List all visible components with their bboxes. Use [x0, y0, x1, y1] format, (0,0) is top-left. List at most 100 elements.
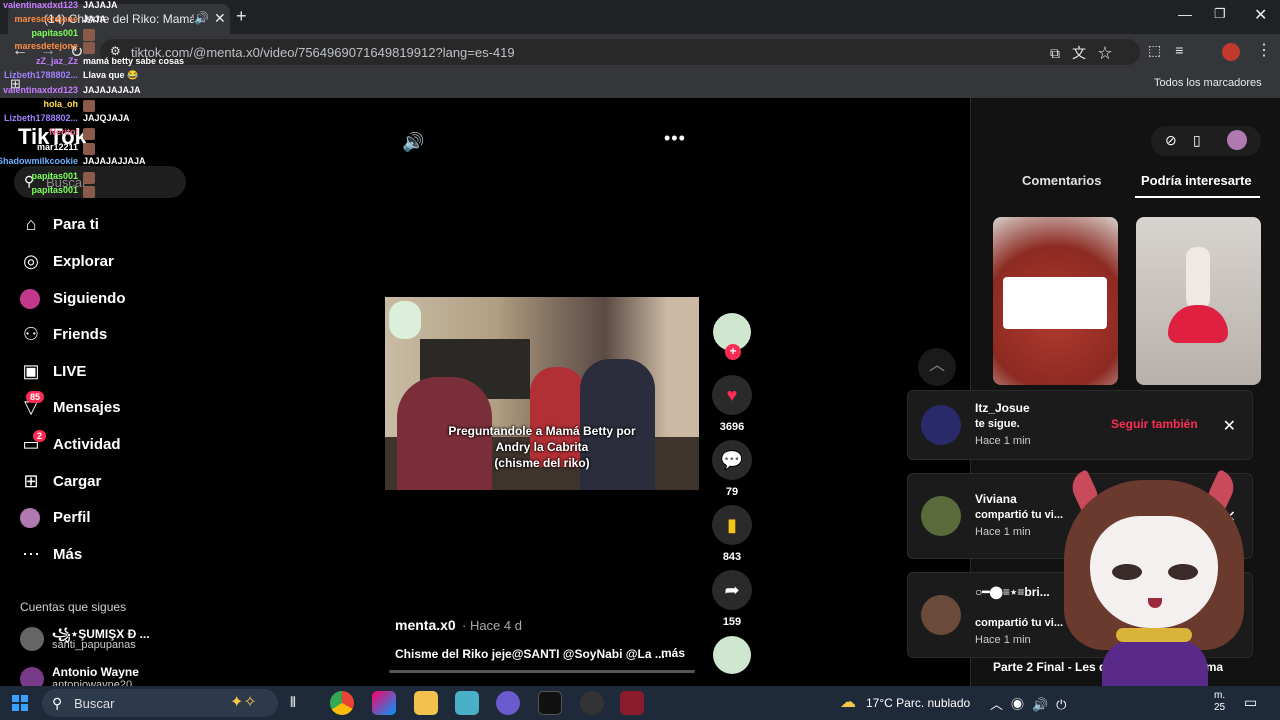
vtuber-eye	[1168, 564, 1198, 580]
discord-taskbar-icon[interactable]	[496, 691, 520, 715]
nav-for-you[interactable]: ⌂ Para ti	[20, 210, 190, 240]
chat-text: Llava que 😂	[83, 70, 139, 80]
chat-username: Lizbeth1788802...	[3, 70, 78, 80]
video-progress-bar[interactable]	[389, 670, 695, 673]
follow-plus-icon[interactable]: +	[725, 344, 741, 360]
notification-toast[interactable]: Itz_Josue te sigue. Hace 1 min Seguir ta…	[907, 390, 1253, 460]
nav-friends[interactable]: ⚇ Friends	[20, 320, 190, 350]
address-bar[interactable]: ⚙ tiktok.com/@menta.x0/video/75649690716…	[100, 39, 1140, 65]
nav-label: Friends	[53, 326, 108, 343]
nav-following[interactable]: Siguiendo	[20, 284, 190, 314]
window-minimize-button[interactable]: —	[1178, 6, 1192, 22]
caption-line: Preguntandole a Mamá Betty por	[448, 424, 636, 438]
file-explorer-icon[interactable]	[414, 691, 438, 715]
thumbnail-card	[1003, 277, 1107, 329]
heart-icon: ♥	[726, 384, 738, 405]
compass-icon[interactable]: ⊘	[1165, 132, 1177, 149]
taskbar-search-input[interactable]: ⚲ Buscar ✦✧	[42, 689, 278, 717]
chat-emote-icon	[83, 29, 95, 41]
nav-live[interactable]: ▣ LIVE	[20, 357, 190, 387]
account-handle: santi_papupanas	[52, 639, 136, 651]
video-caption: Preguntandole a Mamá Betty por Andry la …	[385, 423, 699, 471]
video-player[interactable]: Preguntandole a Mamá Betty por Andry la …	[385, 297, 699, 490]
nav-label: Explorar	[53, 253, 114, 270]
app-taskbar-icon[interactable]	[455, 691, 479, 715]
extensions-icon[interactable]: ⬚≡	[1148, 42, 1197, 59]
new-tab-button[interactable]: +	[236, 6, 247, 27]
obs-taskbar-icon[interactable]	[580, 691, 604, 715]
omnibox-actions-icons[interactable]: ⧉文☆	[1050, 43, 1124, 63]
browser-menu-icon[interactable]: ⋮	[1256, 40, 1272, 60]
chat-message: papitas001	[0, 28, 160, 42]
caption-line: Andry la Cabrita	[495, 440, 589, 454]
comment-button[interactable]: 💬	[712, 440, 752, 480]
volume-icon[interactable]: 🔊	[402, 132, 424, 153]
following-account[interactable]: ꧁⋆ŞUMIŞX Đ ... santi_papupanas	[20, 625, 190, 659]
tab-close-icon[interactable]: ✕	[214, 10, 226, 27]
share-button[interactable]: ➦	[712, 570, 752, 610]
notification-name: ○━⬤≡⋆≡bri...	[975, 585, 1050, 599]
copilot-taskbar-icon[interactable]	[372, 691, 396, 715]
sticker-icon	[389, 301, 421, 339]
follow-back-button[interactable]: Seguir también	[1111, 417, 1198, 431]
chat-emote-icon	[83, 42, 95, 54]
nav-messages[interactable]: ▽ 85 Mensajes	[20, 391, 190, 423]
music-disc-icon[interactable]	[713, 636, 751, 674]
sparkle-icon: ✦✧	[230, 694, 257, 711]
window-close-button[interactable]: ✕	[1254, 5, 1267, 25]
suggested-video-thumbnail[interactable]	[1136, 217, 1261, 385]
account-name: Antonio Wayne	[52, 665, 139, 679]
chat-username: valentinaxdxd123	[2, 85, 78, 95]
nav-profile[interactable]: Perfil	[20, 503, 190, 533]
following-accounts-title: Cuentas que sigues	[20, 600, 127, 614]
tab-comments[interactable]: Comentarios	[1022, 173, 1101, 188]
weather-text[interactable]: 17°C Parc. nublado	[866, 696, 970, 710]
vtuber-avatar	[1050, 468, 1260, 720]
nav-label: Más	[53, 546, 83, 563]
taskbar-search-placeholder: Buscar	[74, 696, 115, 711]
author-username[interactable]: menta.x0	[395, 617, 456, 633]
tab-audio-icon[interactable]: 🔊	[194, 11, 209, 25]
clock-line: 25	[1214, 702, 1226, 713]
profile-avatar-icon[interactable]	[1227, 130, 1247, 150]
profile-avatar-icon[interactable]	[1222, 43, 1240, 61]
chat-message: zZ_jaz_Zz mamá betty sabe cosas	[0, 56, 184, 70]
taskbar-clock[interactable]: m. 25	[1214, 690, 1225, 714]
url-text[interactable]: tiktok.com/@menta.x0/video/7564969071649…	[131, 45, 515, 60]
activity-badge: 2	[33, 430, 47, 442]
avatar	[20, 627, 44, 651]
chat-emote-icon	[83, 143, 95, 155]
phone-icon[interactable]: ▯	[1193, 132, 1201, 149]
messages-badge: 85	[26, 391, 45, 403]
window-maximize-button[interactable]: ❐	[1214, 6, 1226, 22]
nav-more[interactable]: ⋯ Más	[20, 540, 190, 570]
windows-start-icon[interactable]	[12, 695, 28, 711]
nav-label: Actividad	[53, 436, 121, 453]
app-taskbar-icon[interactable]	[538, 691, 562, 715]
search-icon: ⚲	[52, 695, 63, 711]
panel-top-icons: ⊘ ▯	[1151, 126, 1261, 156]
chrome-taskbar-icon[interactable]	[330, 691, 354, 715]
browser-toolbar: ← → ↻ ⚙ tiktok.com/@menta.x0/video/75649…	[0, 34, 1280, 70]
save-button[interactable]: ▮	[712, 505, 752, 545]
all-bookmarks-link[interactable]: Todos los marcadores	[1154, 77, 1262, 89]
weather-icon[interactable]: ☁	[840, 692, 856, 712]
description-more-link[interactable]: más	[661, 646, 685, 660]
task-view-icon[interactable]: ⫴	[290, 694, 314, 718]
more-options-icon[interactable]: •••	[664, 128, 686, 149]
notification-name: Itz_Josue	[975, 401, 1030, 415]
close-icon[interactable]: ✕	[1223, 416, 1236, 436]
system-tray-icons[interactable]: ︿◉🔊⏻	[990, 694, 1074, 713]
nav-explore[interactable]: ◎ Explorar	[20, 247, 190, 277]
scroll-up-button[interactable]: ︿	[918, 348, 956, 386]
suggested-video-thumbnail[interactable]	[993, 217, 1118, 385]
nav-activity[interactable]: ▭ 2 Actividad	[20, 430, 190, 460]
nav-upload[interactable]: ⊞ Cargar	[20, 467, 190, 497]
notification-center-icon[interactable]: ▭	[1244, 694, 1257, 711]
app-taskbar-icon[interactable]	[620, 691, 644, 715]
tab-you-may-like[interactable]: Podría interesarte	[1141, 173, 1252, 188]
active-tab-indicator	[1135, 196, 1260, 198]
chat-message: papitas001	[0, 185, 160, 199]
like-button[interactable]: ♥	[712, 375, 752, 415]
comment-icon: 💬	[720, 449, 744, 470]
